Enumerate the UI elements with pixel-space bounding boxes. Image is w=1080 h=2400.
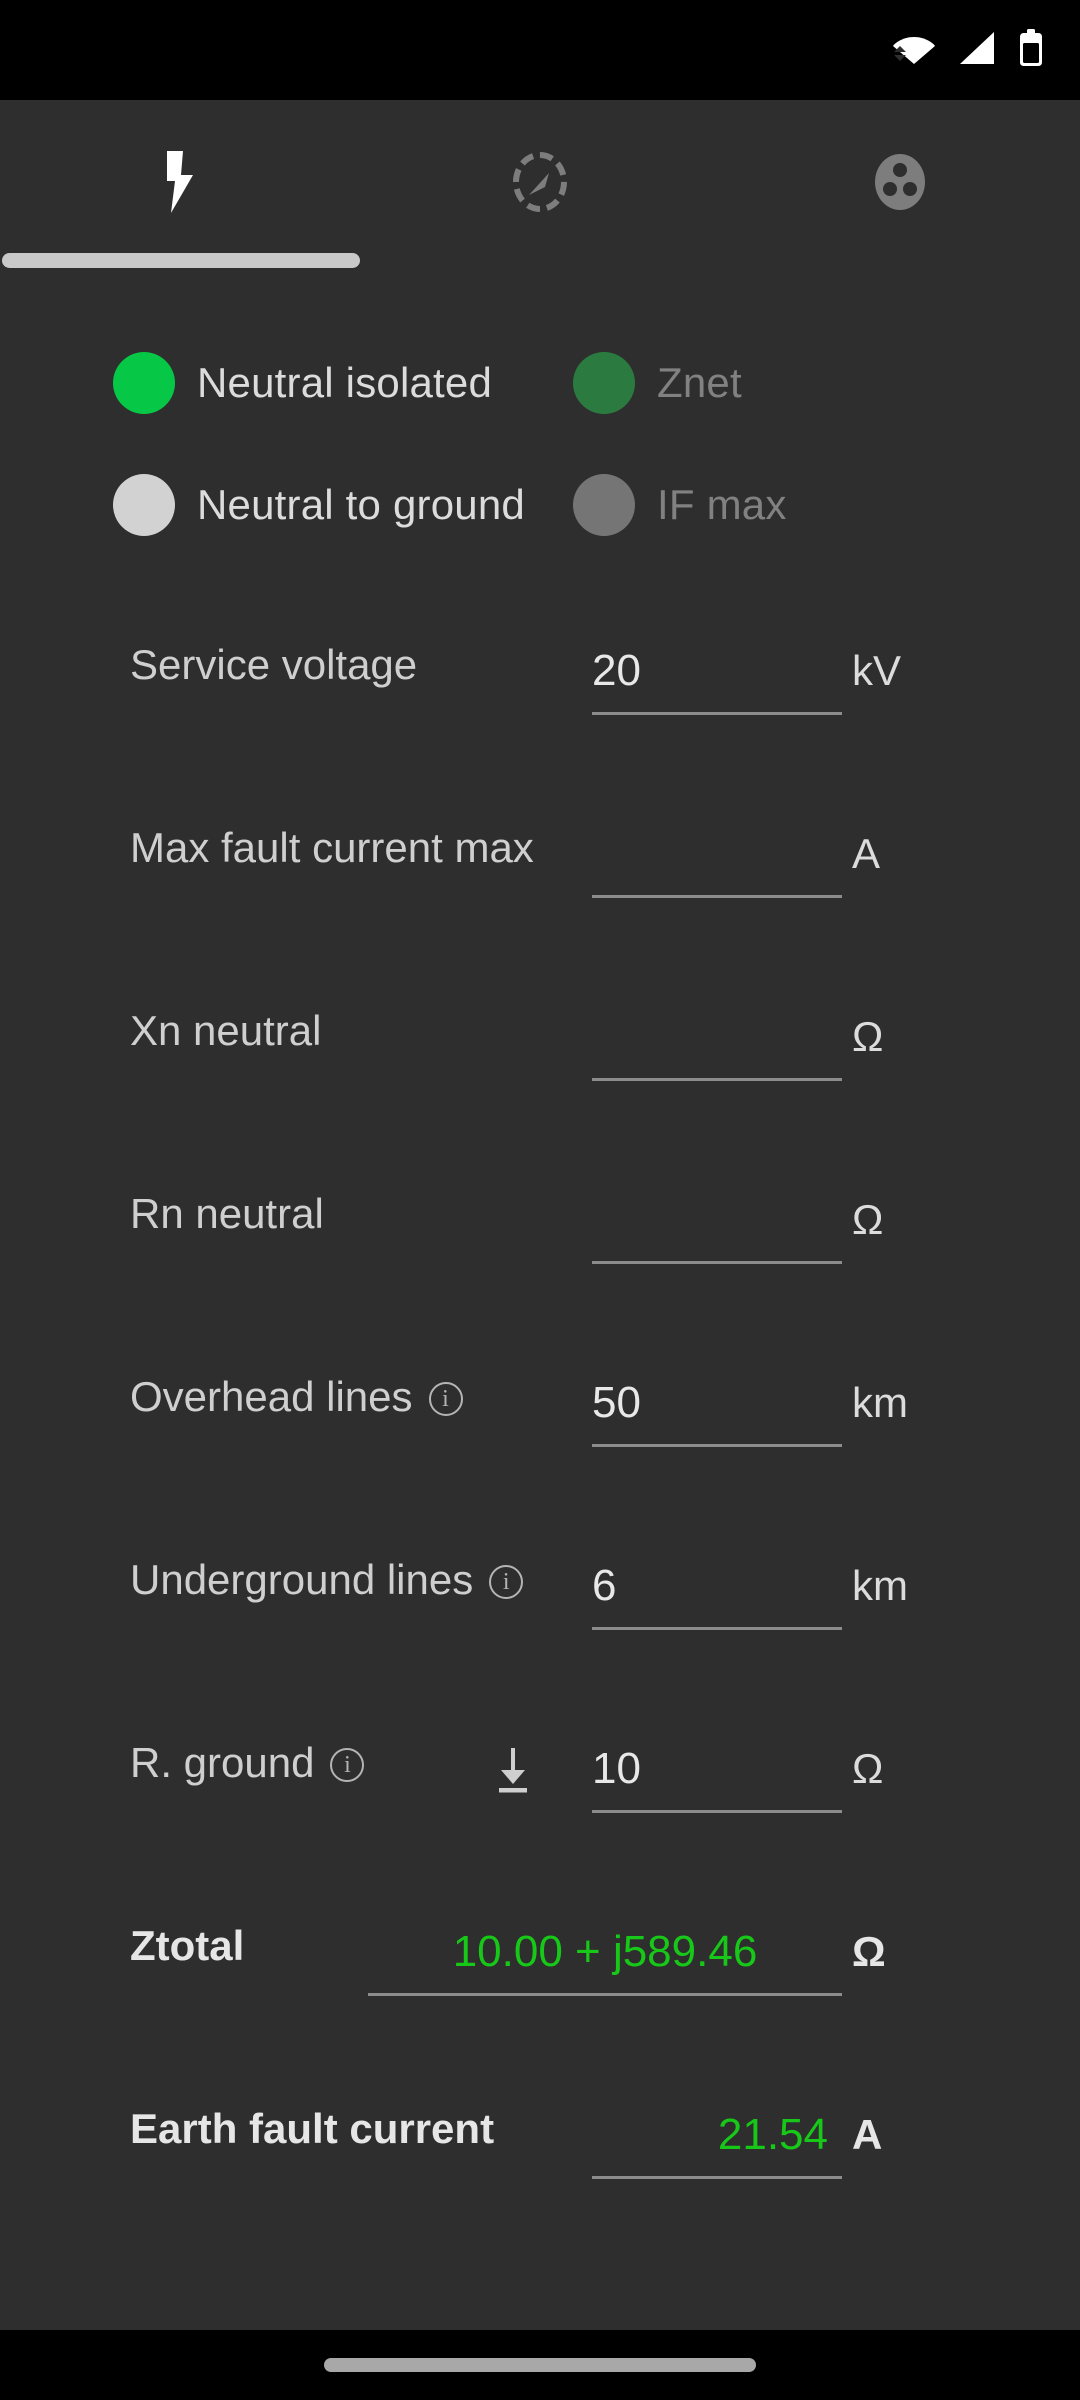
field-label: Overhead lines bbox=[130, 1373, 413, 1420]
field-label-group: Overhead lines i bbox=[130, 1366, 463, 1428]
field-unit: Ω bbox=[852, 1196, 884, 1243]
status-bar bbox=[0, 0, 1080, 100]
field-value: 20 bbox=[592, 646, 641, 695]
result-row-ztotal: Ztotal 10.00 + j589.46 Ω bbox=[0, 1915, 1080, 2098]
earth-fault-current-output: 21.54 bbox=[592, 2104, 842, 2179]
field-label: Max fault current max bbox=[130, 824, 534, 871]
info-icon[interactable]: i bbox=[489, 1565, 524, 1599]
field-value bbox=[592, 1006, 842, 1068]
option-neutral-isolated[interactable]: Neutral isolated bbox=[113, 352, 573, 414]
field-value bbox=[592, 823, 842, 885]
home-indicator[interactable] bbox=[324, 2358, 756, 2372]
field-underline bbox=[368, 1993, 842, 1996]
system-navigation-bar bbox=[0, 2330, 1080, 2400]
wifi-icon bbox=[892, 31, 936, 70]
option-label: Neutral to ground bbox=[197, 481, 525, 528]
option-row-2: Neutral to ground IF max bbox=[0, 444, 1080, 566]
field-row-service-voltage: Service voltage 20 kV bbox=[0, 634, 1080, 817]
result-value: 10.00 + j589.46 bbox=[452, 1927, 758, 1976]
field-unit: km bbox=[852, 1379, 908, 1426]
radio-if-max-icon[interactable] bbox=[573, 474, 635, 536]
field-label: Underground lines bbox=[130, 1556, 474, 1603]
result-unit: A bbox=[852, 2111, 883, 2158]
field-underline bbox=[592, 1078, 842, 1081]
radio-znet-icon[interactable] bbox=[573, 352, 635, 414]
field-label: Rn neutral bbox=[130, 1190, 324, 1237]
option-neutral-to-ground[interactable]: Neutral to ground bbox=[113, 474, 573, 536]
neutral-options-group: Neutral isolated Znet Neutral to ground … bbox=[0, 268, 1080, 566]
ground-earth-icon[interactable] bbox=[487, 1744, 539, 1796]
result-unit: Ω bbox=[852, 1928, 886, 1975]
gauge-icon bbox=[511, 151, 569, 218]
power-socket-icon bbox=[871, 151, 929, 218]
service-voltage-input[interactable]: 20 bbox=[592, 640, 842, 715]
field-row-overhead-lines: Overhead lines i 50 km bbox=[0, 1366, 1080, 1549]
tab-fault-calculator[interactable] bbox=[0, 100, 360, 268]
field-row-rn-neutral: Rn neutral Ω bbox=[0, 1183, 1080, 1366]
info-icon[interactable]: i bbox=[428, 1382, 463, 1416]
ztotal-output: 10.00 + j589.46 bbox=[368, 1921, 842, 1996]
calculation-form: Service voltage 20 kV Max fault current … bbox=[0, 634, 1080, 2281]
result-row-earth-fault-current: Earth fault current 21.54 A bbox=[0, 2098, 1080, 2281]
field-underline bbox=[592, 712, 842, 715]
info-icon[interactable]: i bbox=[330, 1748, 365, 1782]
option-label: Znet bbox=[657, 359, 742, 406]
option-row-1: Neutral isolated Znet bbox=[0, 322, 1080, 444]
tab-bar bbox=[0, 100, 1080, 268]
option-znet[interactable]: Znet bbox=[573, 352, 742, 414]
field-underline bbox=[592, 2176, 842, 2179]
field-value: 10 bbox=[592, 1744, 641, 1793]
field-unit: Ω bbox=[852, 1013, 884, 1060]
option-if-max[interactable]: IF max bbox=[573, 474, 787, 536]
field-row-r-ground: R. ground i 10 Ω bbox=[0, 1732, 1080, 1915]
field-label: Service voltage bbox=[130, 641, 418, 688]
app-content: Neutral isolated Znet Neutral to ground … bbox=[0, 100, 1080, 2330]
battery-icon bbox=[1018, 28, 1044, 72]
radio-neutral-isolated-icon[interactable] bbox=[113, 352, 175, 414]
phone-screen: Neutral isolated Znet Neutral to ground … bbox=[0, 0, 1080, 2400]
option-label: IF max bbox=[657, 481, 787, 528]
field-value bbox=[592, 1189, 842, 1251]
field-row-max-fault-current: Max fault current max A bbox=[0, 817, 1080, 1000]
lightning-bolt-icon bbox=[157, 150, 203, 218]
tab-socket[interactable] bbox=[720, 100, 1080, 268]
field-value: 50 bbox=[592, 1378, 641, 1427]
field-underline bbox=[592, 1444, 842, 1447]
field-label: Xn neutral bbox=[130, 1007, 322, 1054]
underground-lines-input[interactable]: 6 bbox=[592, 1555, 842, 1630]
field-underline bbox=[592, 1810, 842, 1813]
field-unit: A bbox=[852, 830, 881, 877]
field-unit: kV bbox=[852, 647, 902, 694]
option-label: Neutral isolated bbox=[197, 359, 493, 406]
r-ground-input[interactable]: 10 bbox=[592, 1738, 842, 1813]
rn-neutral-input[interactable] bbox=[592, 1189, 842, 1264]
overhead-lines-input[interactable]: 50 bbox=[592, 1372, 842, 1447]
result-label: Earth fault current bbox=[130, 2105, 495, 2152]
xn-neutral-input[interactable] bbox=[592, 1006, 842, 1081]
field-underline bbox=[592, 895, 842, 898]
field-underline bbox=[592, 1261, 842, 1264]
tab-gauge[interactable] bbox=[360, 100, 720, 268]
field-unit: km bbox=[852, 1562, 908, 1609]
field-unit: Ω bbox=[852, 1745, 884, 1792]
result-label: Ztotal bbox=[130, 1922, 245, 1969]
result-value: 21.54 bbox=[717, 2110, 828, 2159]
cell-signal-icon bbox=[958, 31, 996, 70]
radio-neutral-to-ground-icon[interactable] bbox=[113, 474, 175, 536]
field-row-xn-neutral: Xn neutral Ω bbox=[0, 1000, 1080, 1183]
tab-indicator bbox=[2, 253, 360, 268]
field-row-underground-lines: Underground lines i 6 km bbox=[0, 1549, 1080, 1732]
field-label-group: Underground lines i bbox=[130, 1549, 524, 1611]
field-label-group: R. ground i bbox=[130, 1732, 365, 1794]
field-value: 6 bbox=[592, 1561, 617, 1610]
field-underline bbox=[592, 1627, 842, 1630]
field-label: R. ground bbox=[130, 1739, 315, 1786]
max-fault-current-input[interactable] bbox=[592, 823, 842, 898]
